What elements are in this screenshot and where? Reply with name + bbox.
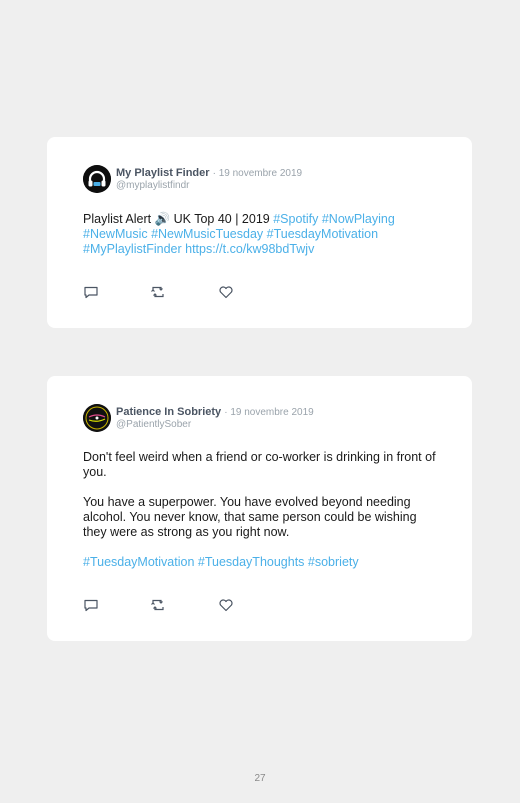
tweet-date[interactable]: · 19 novembre 2019 (213, 168, 303, 179)
hashtag-link[interactable]: #MyPlaylistFinder https://t.co/kw98bdTwj… (83, 242, 443, 257)
hashtag-link[interactable]: #Spotify #NowPlaying (273, 212, 395, 226)
retweet-icon[interactable] (150, 597, 166, 613)
hashtag-link[interactable]: #NewMusic #NewMusicTuesday #TuesdayMotiv… (83, 227, 443, 242)
reply-icon[interactable] (83, 284, 99, 300)
tweet-card: Patience In Sobriety · 19 novembre 2019 … (47, 376, 472, 641)
avatar[interactable] (83, 404, 111, 432)
author-handle[interactable]: @myplaylistfindr (116, 180, 190, 191)
author-name[interactable]: My Playlist Finder (116, 167, 210, 179)
hashtag-link[interactable]: #TuesdayMotivation #TuesdayThoughts #sob… (83, 555, 443, 570)
tweet-card: My Playlist Finder · 19 novembre 2019 @m… (47, 137, 472, 328)
page-number: 27 (254, 773, 266, 784)
reply-icon[interactable] (83, 597, 99, 613)
author-line: Patience In Sobriety · 19 novembre 2019 (116, 406, 314, 418)
author-name[interactable]: Patience In Sobriety (116, 406, 221, 418)
tweet-text: Don't feel weird when a friend or co-wor… (83, 450, 443, 570)
author-line: My Playlist Finder · 19 novembre 2019 (116, 167, 302, 179)
tweet-paragraph: You have a superpower. You have evolved … (83, 495, 417, 539)
avatar[interactable] (83, 165, 111, 193)
retweet-icon[interactable] (150, 284, 166, 300)
like-icon[interactable] (218, 284, 234, 300)
author-handle[interactable]: @PatientlySober (116, 419, 191, 430)
tweet-text-plain: Playlist Alert 🔊 UK Top 40 | 2019 (83, 212, 274, 226)
tweet-paragraph: Don't feel weird when a friend or co-wor… (83, 450, 436, 479)
sobriety-logo-icon (83, 404, 111, 432)
tweet-text: Playlist Alert 🔊 UK Top 40 | 2019 #Spoti… (83, 212, 443, 257)
like-icon[interactable] (218, 597, 234, 613)
headphones-icon (83, 165, 111, 193)
tweet-date[interactable]: · 19 novembre 2019 (224, 407, 314, 418)
